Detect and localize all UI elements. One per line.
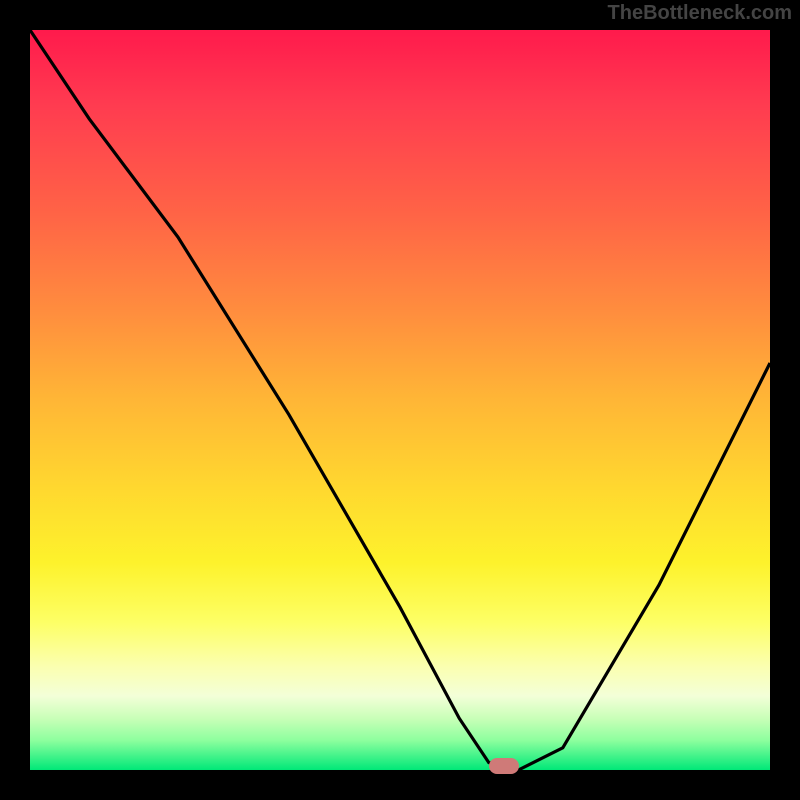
heat-gradient-background xyxy=(30,30,770,770)
watermark-text: TheBottleneck.com xyxy=(608,2,792,25)
plot-area xyxy=(30,30,770,770)
chart-frame: TheBottleneck.com xyxy=(0,0,800,800)
optimal-marker xyxy=(489,758,519,774)
